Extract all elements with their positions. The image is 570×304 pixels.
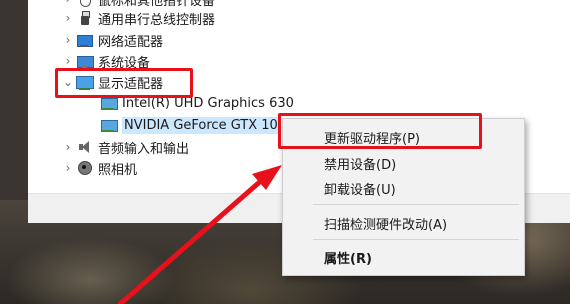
menu-item-disable-device[interactable]: 禁用设备(D) [283,151,524,175]
highlight-box-update-driver [278,113,482,149]
gpu-icon [100,117,118,133]
tree-item-network-adapters[interactable]: › 网络适配器 [60,29,163,51]
tree-item-label: NVIDIA GeForce GTX 10 [122,116,280,134]
menu-item-scan-hardware[interactable]: 扫描检测硬件改动(A) [283,211,524,235]
chevron-right-icon[interactable]: › [60,33,76,47]
tree-item-label: 照相机 [98,162,138,178]
system-device-icon [76,53,94,69]
chevron-right-icon[interactable]: › [60,11,76,25]
tree-item-label: 音频输入和输出 [98,141,190,157]
tree-item-audio[interactable]: › 音频输入和输出 [60,136,189,158]
tree-item-usb-controllers[interactable]: › 通用串行总线控制器 [60,7,215,29]
menu-separator [313,204,519,205]
highlight-box-display-adapters [55,68,193,98]
tree-item-label: 通用串行总线控制器 [98,12,216,28]
chevron-right-icon[interactable]: › [60,161,76,175]
mouse-icon [80,0,91,7]
speaker-icon [76,139,94,155]
menu-item-label: 禁用设备(D) [324,157,397,173]
chevron-right-icon[interactable]: › [60,54,76,68]
chevron-right-icon[interactable]: › [60,0,76,6]
tree-item-label: 网络适配器 [98,34,164,50]
menu-item-label: 属性(R) [324,251,372,267]
menu-separator [313,239,519,240]
network-adapter-icon [76,32,94,48]
tree-item-cameras[interactable]: › 照相机 [60,157,137,179]
chevron-right-icon[interactable]: › [60,140,76,154]
menu-item-label: 扫描检测硬件改动(A) [324,217,448,233]
usb-icon [76,10,94,26]
tree-item-nvidia-gpu[interactable]: NVIDIA GeForce GTX 10 [100,114,280,136]
menu-item-label: 卸载设备(U) [324,182,396,198]
camera-icon [76,160,94,176]
menu-item-properties[interactable]: 属性(R) [283,245,524,269]
menu-item-uninstall-device[interactable]: 卸载设备(U) [283,176,524,200]
